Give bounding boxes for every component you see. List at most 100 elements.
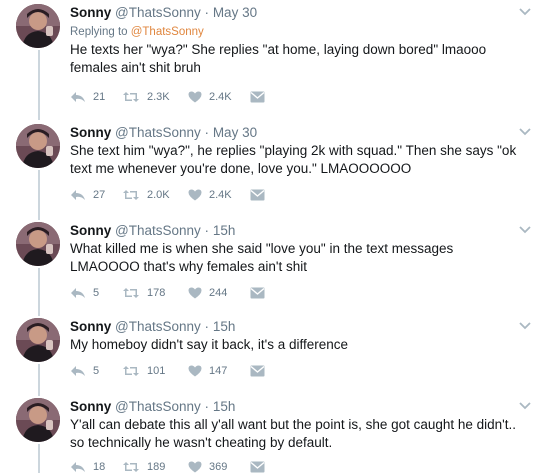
retweet-button[interactable]: 101 [122,364,165,378]
retweet-icon [123,288,139,298]
timestamp[interactable]: 15h [213,399,236,414]
tweet[interactable]: Sonny @ThatsSonny · May 30 She text him … [0,124,546,214]
retweet-icon [123,190,139,200]
tweet[interactable]: Sonny @ThatsSonny · 15h What killed me i… [0,222,546,312]
username[interactable]: @ThatsSonny [115,125,201,140]
tweet-header: Sonny @ThatsSonny · May 30 [70,4,520,21]
replying-to: Replying to @ThatsSonny [70,24,520,40]
avatar[interactable] [16,124,60,168]
like-button[interactable]: 244 [188,286,227,300]
retweet-icon [123,92,139,102]
like-count: 2.4K [209,91,232,103]
like-button[interactable]: 2.4K [188,188,232,202]
display-name[interactable]: Sonny [70,5,111,20]
like-button[interactable]: 147 [188,364,227,378]
reply-button[interactable]: 5 [70,364,99,378]
retweet-count: 2.0K [147,189,170,201]
like-count: 369 [209,461,228,473]
direct-message-icon [250,189,265,201]
direct-message-button[interactable] [250,460,272,474]
display-name[interactable]: Sonny [70,223,111,238]
separator-dot: · [204,399,210,414]
chevron-down-icon[interactable] [518,321,532,331]
retweet-count: 178 [147,287,166,299]
direct-message-icon [250,91,265,103]
username[interactable]: @ThatsSonny [115,5,201,20]
separator-dot: · [204,319,210,334]
direct-message-icon [250,287,265,299]
like-count: 2.4K [209,189,232,201]
like-icon [188,287,202,299]
retweet-button[interactable]: 189 [122,460,165,474]
separator-dot: · [204,125,210,140]
reply-button[interactable]: 5 [70,286,99,300]
username[interactable]: @ThatsSonny [115,319,201,334]
like-icon [188,189,202,201]
reply-count: 27 [93,189,106,201]
retweet-count: 101 [147,365,166,377]
reply-count: 5 [93,365,100,377]
direct-message-button[interactable] [250,286,272,300]
replying-to-handle[interactable]: @ThatsSonny [131,26,204,38]
avatar[interactable] [16,318,60,362]
like-icon [188,91,202,103]
tweet-text: What killed me is when she said "love yo… [70,241,454,274]
like-count: 147 [209,365,228,377]
tweet[interactable]: Sonny @ThatsSonny · 15h Y'all can debate… [0,398,546,473]
like-button[interactable]: 2.4K [188,90,232,104]
tweet[interactable]: Sonny @ThatsSonny · 15h My homeboy didn'… [0,318,546,390]
reply-button[interactable]: 18 [70,460,105,474]
direct-message-button[interactable] [250,188,272,202]
reply-icon [71,92,85,102]
retweet-count: 189 [147,461,166,473]
display-name[interactable]: Sonny [70,125,111,140]
direct-message-button[interactable] [250,90,272,104]
avatar[interactable] [16,222,60,266]
timestamp[interactable]: 15h [213,319,236,334]
retweet-button[interactable]: 178 [122,286,165,300]
like-icon [188,365,202,377]
retweet-count: 2.3K [147,91,170,103]
reply-icon [71,288,85,298]
username[interactable]: @ThatsSonny [115,223,201,238]
separator-dot: · [204,223,210,238]
replying-to-label: Replying to [70,26,131,38]
reply-count: 18 [93,461,106,473]
direct-message-icon [250,461,265,473]
display-name[interactable]: Sonny [70,399,111,414]
reply-icon [71,190,85,200]
tweet-text: She text him "wya?", he replies "playing… [70,143,517,176]
separator-dot: · [204,5,210,20]
timestamp[interactable]: 15h [213,223,236,238]
avatar[interactable] [16,398,60,442]
avatar[interactable] [16,4,60,48]
tweet-text: He texts her "wya?" She replies "at home… [70,42,487,75]
like-button[interactable]: 369 [188,460,227,474]
reply-icon [71,366,85,376]
direct-message-button[interactable] [250,364,272,378]
tweet[interactable]: Sonny @ThatsSonny · May 30 Replying to @… [0,4,546,112]
timestamp[interactable]: May 30 [213,125,257,140]
direct-message-icon [250,365,265,377]
timestamp[interactable]: May 30 [213,5,257,20]
username[interactable]: @ThatsSonny [115,399,201,414]
chevron-down-icon[interactable] [518,225,532,235]
tweet-header: Sonny @ThatsSonny · 15h [70,398,520,415]
retweet-button[interactable]: 2.3K [122,90,170,104]
chevron-down-icon[interactable] [518,401,532,411]
display-name[interactable]: Sonny [70,319,111,334]
retweet-button[interactable]: 2.0K [122,188,170,202]
reply-button[interactable]: 21 [70,90,105,104]
tweet-header: Sonny @ThatsSonny · May 30 [70,124,520,141]
tweet-header: Sonny @ThatsSonny · 15h [70,222,520,239]
chevron-down-icon[interactable] [518,127,532,137]
like-count: 244 [209,287,228,299]
reply-icon [71,462,85,472]
like-icon [188,461,202,473]
tweet-text: Y'all can debate this all y'all want but… [70,417,517,450]
tweet-text: My homeboy didn't say it back, it's a di… [70,337,349,352]
reply-count: 21 [93,91,106,103]
reply-button[interactable]: 27 [70,188,105,202]
tweet-header: Sonny @ThatsSonny · 15h [70,318,520,335]
chevron-down-icon[interactable] [518,7,532,17]
